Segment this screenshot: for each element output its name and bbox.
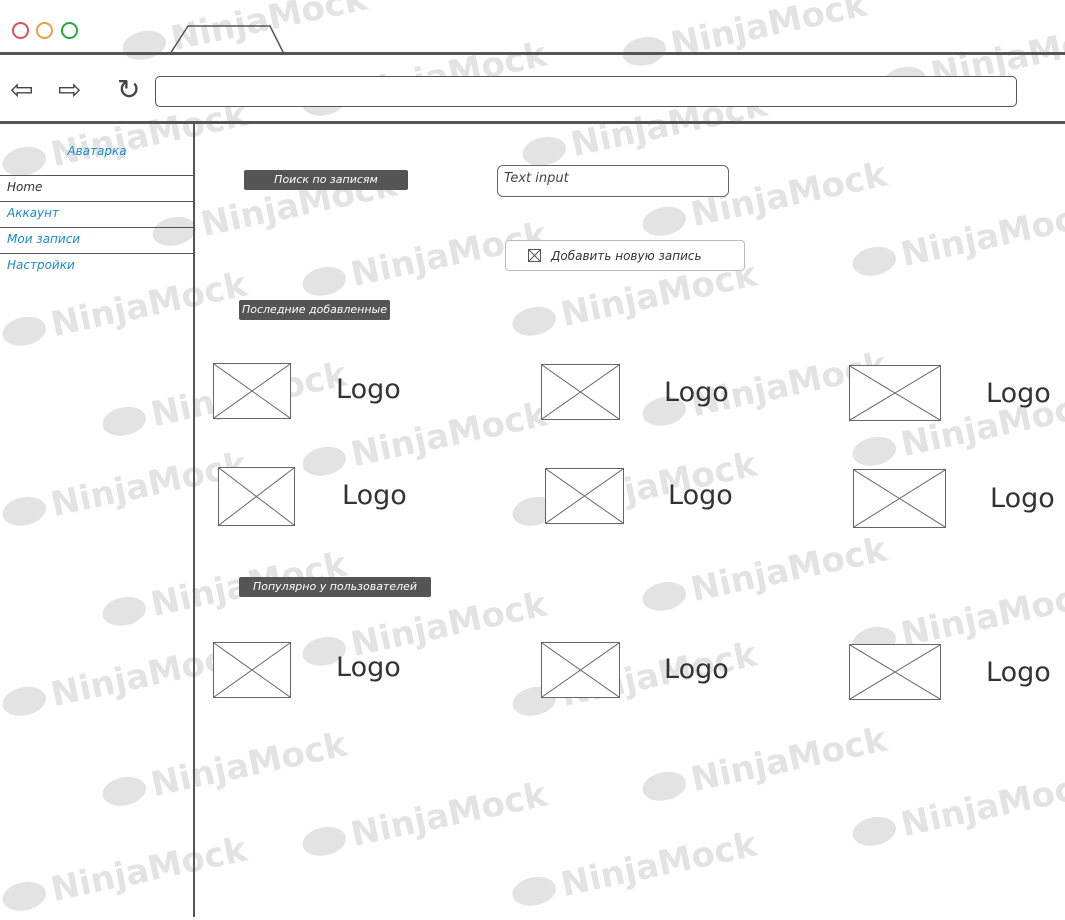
record-title[interactable]: Logo: [986, 657, 1051, 688]
record-title[interactable]: Logo: [990, 483, 1055, 514]
browser-tab[interactable]: [160, 18, 290, 56]
record-title[interactable]: Logo: [668, 480, 733, 511]
record-thumbnail[interactable]: [541, 364, 620, 420]
forward-arrow-icon[interactable]: ⇨: [58, 76, 81, 104]
image-placeholder-icon: [528, 249, 541, 262]
recent-section-title: Последние добавленные: [239, 300, 390, 320]
record-title[interactable]: Logo: [336, 374, 401, 405]
watermark: NinjaMock: [299, 395, 550, 486]
sidebar-item-account[interactable]: Аккаунт: [0, 201, 194, 226]
record-title[interactable]: Logo: [986, 378, 1051, 409]
record-title[interactable]: Logo: [342, 480, 407, 511]
sidebar-item-settings[interactable]: Настройки: [0, 253, 194, 278]
watermark: NinjaMock: [509, 825, 760, 916]
back-arrow-icon[interactable]: ⇦: [10, 76, 33, 104]
watermark: NinjaMock: [299, 775, 550, 866]
add-record-button[interactable]: Добавить новую запись: [505, 240, 745, 271]
record-thumbnail[interactable]: [849, 644, 941, 700]
sidebar-item-label: Home: [7, 180, 43, 194]
watermark: NinjaMock: [639, 530, 890, 621]
record-thumbnail[interactable]: [545, 468, 624, 524]
sidebar-item-label: Мои записи: [7, 232, 81, 246]
close-icon[interactable]: [12, 22, 29, 39]
record-thumbnail[interactable]: [213, 363, 291, 419]
watermark: NinjaMock: [619, 0, 870, 75]
record-title[interactable]: Logo: [336, 652, 401, 683]
sidebar-item-my-records[interactable]: Мои записи: [0, 227, 194, 252]
record-thumbnail[interactable]: [541, 642, 620, 698]
maximize-icon[interactable]: [61, 22, 78, 39]
search-records-button[interactable]: Поиск по записям: [244, 170, 408, 190]
watermark: NinjaMock: [849, 765, 1065, 856]
watermark: NinjaMock: [639, 720, 890, 811]
record-title[interactable]: Logo: [664, 654, 729, 685]
search-input[interactable]: Text input: [497, 165, 729, 197]
sidebar-avatar-label[interactable]: Аватарка: [0, 144, 194, 158]
record-thumbnail[interactable]: [213, 642, 291, 698]
record-title[interactable]: Logo: [664, 377, 729, 408]
record-thumbnail[interactable]: [853, 469, 946, 528]
address-bar[interactable]: [155, 76, 1017, 107]
popular-section-title: Популярно у пользователей: [239, 577, 431, 597]
watermark: NinjaMock: [849, 195, 1065, 286]
search-input-value: Text input: [504, 171, 569, 186]
minimize-icon[interactable]: [36, 22, 53, 39]
reload-icon[interactable]: ↻: [117, 76, 140, 104]
sidebar-item-label: Аккаунт: [7, 206, 59, 220]
sidebar: Аватарка Home Аккаунт Мои записи Настрой…: [0, 124, 194, 917]
record-thumbnail[interactable]: [218, 467, 295, 526]
add-record-label: Добавить новую запись: [551, 248, 702, 263]
record-thumbnail[interactable]: [849, 365, 941, 421]
sidebar-item-label: Настройки: [7, 258, 75, 272]
sidebar-item-home[interactable]: Home: [0, 175, 194, 200]
